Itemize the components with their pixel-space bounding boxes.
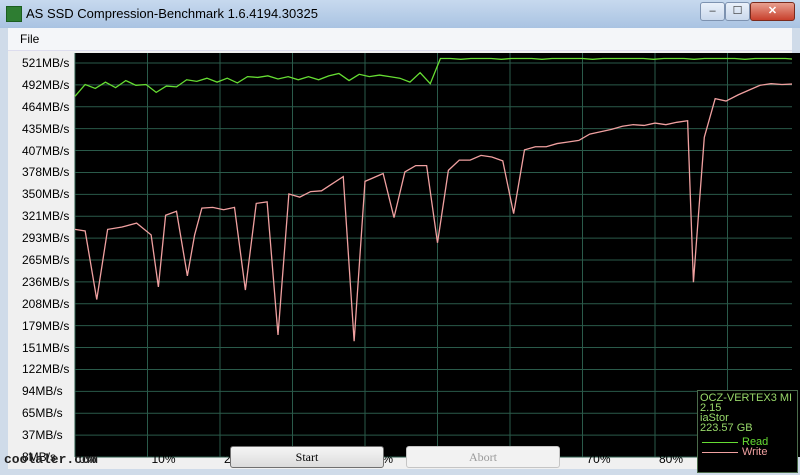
client-area: File 521MB/s 492MB/s 464MB/s 435MB/s 407MB/s… <box>8 28 800 473</box>
y-tick-label: 65MB/s <box>22 406 63 421</box>
y-tick-label: 37MB/s <box>22 428 63 443</box>
chart-svg <box>74 53 792 458</box>
legend-read-line <box>702 442 738 443</box>
title-bar: AS SSD Compression-Benchmark 1.6.4194.30… <box>0 0 800 28</box>
menu-file[interactable]: File <box>20 32 39 46</box>
y-tick-label: 236MB/s <box>22 274 70 289</box>
y-tick-label: 378MB/s <box>22 165 70 180</box>
y-tick-label: 151MB/s <box>22 340 70 355</box>
start-button[interactable]: Start <box>230 446 384 468</box>
y-tick-label: 407MB/s <box>22 143 70 158</box>
y-tick-label: 521MB/s <box>22 56 70 70</box>
y-tick-label: 122MB/s <box>22 362 70 377</box>
y-tick-label: 94MB/s <box>22 384 63 399</box>
y-tick-label: 464MB/s <box>22 99 70 114</box>
menu-bar: File <box>8 28 792 51</box>
y-tick-label: 492MB/s <box>22 77 70 92</box>
legend-write: Write <box>702 446 794 458</box>
y-tick-label: 265MB/s <box>22 253 70 267</box>
x-tick-label: 70% <box>586 452 611 466</box>
y-tick-label: 293MB/s <box>22 231 70 246</box>
legend-write-line <box>702 452 738 453</box>
close-button[interactable]: ✕ <box>750 2 795 21</box>
chart: 521MB/s 492MB/s 464MB/s 435MB/s 407MB/s 378MB… <box>8 50 800 473</box>
y-tick-label: 179MB/s <box>22 318 70 333</box>
series-line-read <box>74 57 792 97</box>
x-tick-label: 80% <box>659 452 684 466</box>
legend-capacity: 223.57 GB <box>700 422 753 434</box>
watermark: coolaler.com <box>4 452 98 467</box>
y-tick-label: 208MB/s <box>22 296 70 311</box>
window-title: AS SSD Compression-Benchmark 1.6.4194.30… <box>26 6 318 21</box>
minimize-button[interactable]: – <box>700 2 725 21</box>
y-tick-label: 350MB/s <box>22 187 70 202</box>
x-tick-label: 10% <box>151 452 176 466</box>
abort-button[interactable]: Abort <box>406 446 560 468</box>
app-icon <box>6 6 22 22</box>
series-line-write <box>74 83 792 342</box>
maximize-button[interactable]: ☐ <box>725 2 750 21</box>
y-tick-label: 321MB/s <box>22 209 70 224</box>
legend: OCZ-VERTEX3 MI 2.15 iaStor 223.57 GB Rea… <box>697 390 798 473</box>
legend-write-label: Write <box>742 446 768 458</box>
y-tick-label: 435MB/s <box>22 121 70 136</box>
